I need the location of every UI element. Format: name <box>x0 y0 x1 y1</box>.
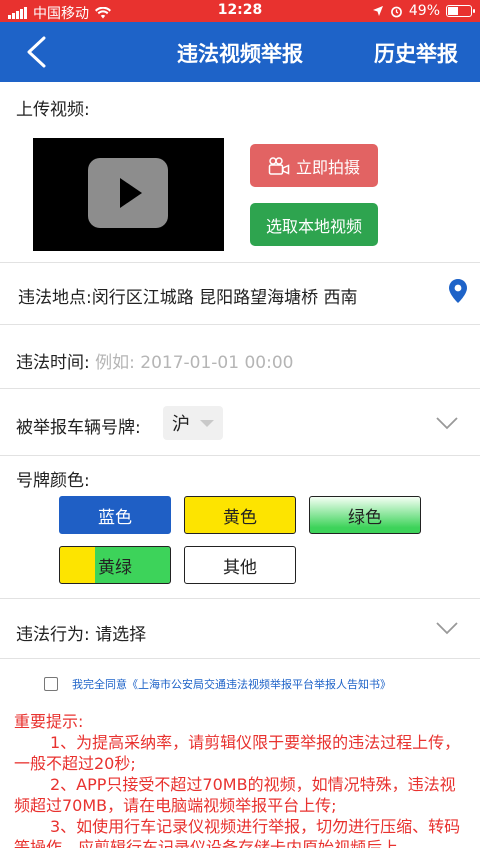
violation-label: 违法行为: <box>16 625 90 645</box>
location-value[interactable]: 闵行区江城路 昆阳路望海塘桥 西南 <box>92 288 358 308</box>
color-option-blue[interactable]: 蓝色 <box>59 496 171 534</box>
video-camera-icon <box>268 156 290 175</box>
important-notice: 重要提示: 1、为提高采纳率，请剪辑仪限于要举报的违法过程上传，一般不超过20秒… <box>14 711 470 848</box>
divider <box>0 455 480 456</box>
chevron-down-icon[interactable] <box>436 416 458 430</box>
battery-icon <box>446 5 475 17</box>
shoot-now-button[interactable]: 立即拍摄 <box>250 144 378 187</box>
divider <box>0 324 480 325</box>
divider <box>0 262 480 263</box>
battery-percent: 49% <box>408 3 440 19</box>
alarm-icon <box>390 6 402 17</box>
select-local-video-button[interactable]: 选取本地视频 <box>250 203 378 246</box>
plate-prefix-select[interactable]: 沪 <box>163 406 223 440</box>
agreement-link[interactable]: 我完全同意《上海市公安局交通违法视频举报平台举报人告知书》 <box>72 676 391 692</box>
violation-row: 违法行为: 请选择 <box>16 620 146 645</box>
history-reports-button[interactable]: 历史举报 <box>374 38 458 68</box>
agreement-checkbox[interactable] <box>44 677 58 691</box>
time-label: 违法时间: <box>16 353 90 373</box>
nav-bar: 违法视频举报 历史举报 <box>0 22 480 82</box>
time-input[interactable]: 例如: 2017-01-01 00:00 <box>95 353 293 373</box>
color-option-yellow-green[interactable]: 黄绿 <box>59 546 171 584</box>
notice-title: 重要提示: <box>14 712 84 731</box>
divider <box>0 598 480 599</box>
divider <box>0 658 480 659</box>
color-option-yellow[interactable]: 黄色 <box>184 496 296 534</box>
upload-video-label: 上传视频: <box>16 100 90 120</box>
video-preview[interactable] <box>33 138 224 251</box>
shoot-now-label: 立即拍摄 <box>295 157 360 177</box>
map-pin-icon[interactable] <box>448 278 468 304</box>
agreement-row: 我完全同意《上海市公安局交通违法视频举报平台举报人告知书》 <box>44 676 391 692</box>
color-option-green[interactable]: 绿色 <box>309 496 421 534</box>
notice-item: 1、为提高采纳率，请剪辑仪限于要举报的违法过程上传，一般不超过20秒; <box>14 733 461 773</box>
color-option-other[interactable]: 其他 <box>184 546 296 584</box>
location-label: 违法地点: <box>18 288 92 308</box>
divider <box>0 388 480 389</box>
select-local-video-label: 选取本地视频 <box>265 216 362 236</box>
status-bar: 中国移动 12:28 49% <box>0 0 480 22</box>
location-row: 违法地点:闵行区江城路 昆阳路望海塘桥 西南 <box>18 283 358 308</box>
chevron-down-icon[interactable] <box>436 621 458 635</box>
violation-value[interactable]: 请选择 <box>95 625 146 645</box>
notice-item: 2、APP只接受不超过70MB的视频，如情况特殊，违法视频超过70MB，请在电脑… <box>14 775 456 815</box>
plate-prefix-value: 沪 <box>172 414 190 435</box>
time-row: 违法时间: 例如: 2017-01-01 00:00 <box>16 348 293 373</box>
notice-item: 3、如使用行车记录仪视频进行举报，切勿进行压缩、转码等操作，应剪辑行车记录仪设备… <box>14 817 461 848</box>
play-icon <box>88 158 168 228</box>
caret-down-icon <box>200 419 214 427</box>
plate-label: 被举报车辆号牌: <box>16 418 141 438</box>
plate-color-label: 号牌颜色: <box>16 471 90 491</box>
location-arrow-icon <box>372 6 383 16</box>
